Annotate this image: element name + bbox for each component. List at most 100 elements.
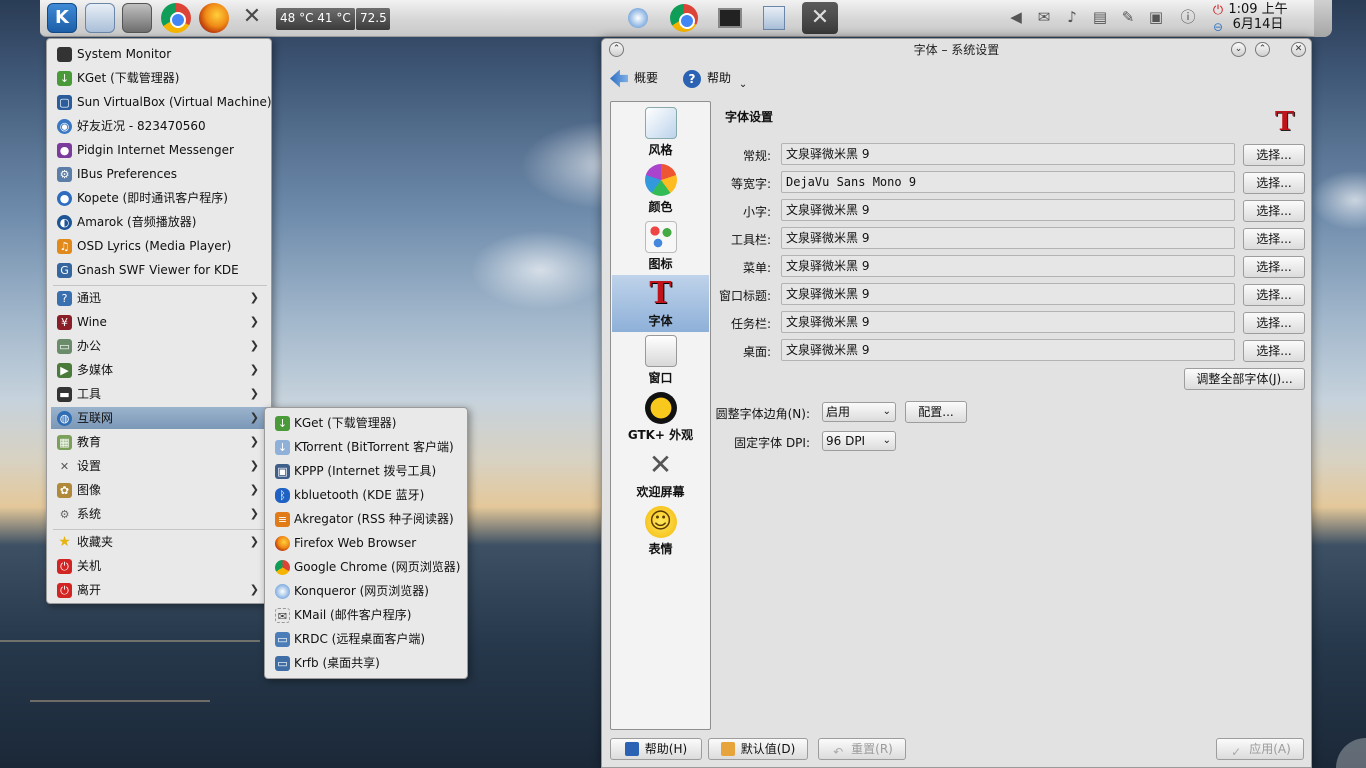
menu-category-education[interactable]: ▦ 教育 ❯	[51, 431, 269, 453]
submenu-item-konqueror[interactable]: Konqueror (网页浏览器)	[269, 580, 465, 602]
menu-shutdown[interactable]: ⏻ 关机	[51, 555, 269, 577]
education-icon: ▦	[57, 435, 72, 450]
defaults-button[interactable]: 默认值(D)	[708, 738, 808, 760]
menu-separator	[53, 529, 267, 530]
choose-font-toolbar-button[interactable]: 选择...	[1243, 228, 1305, 250]
menu-item-kget[interactable]: ↓ KGet (下载管理器)	[51, 67, 269, 89]
cloud	[1310, 170, 1366, 230]
menu-category-settings[interactable]: ✕ 设置 ❯	[51, 455, 269, 477]
bluetooth-icon: ᛒ	[275, 488, 290, 503]
menu-item-gnash[interactable]: G Gnash SWF Viewer for KDE	[51, 259, 269, 281]
submenu-item-krdc[interactable]: ▭ KRDC (远程桌面客户端)	[269, 628, 465, 650]
submenu-item-firefox[interactable]: Firefox Web Browser	[269, 532, 465, 554]
choose-font-general-button[interactable]: 选择...	[1243, 144, 1305, 166]
adjust-all-fonts-button[interactable]: 调整全部字体(J)...	[1184, 368, 1305, 390]
submenu-item-kppp[interactable]: ▣ KPPP (Internet 拨号工具)	[269, 460, 465, 482]
help-button[interactable]: 帮助(H)	[610, 738, 702, 760]
tray-collapse-icon[interactable]: ◀	[1006, 6, 1026, 28]
internet-icon: ◍	[57, 411, 72, 426]
choose-font-window-title-button[interactable]: 选择...	[1243, 284, 1305, 306]
dpi-select[interactable]: 96 DPI ⌄	[822, 431, 896, 451]
network-icon[interactable]: ✉	[1034, 6, 1054, 28]
panel-clock[interactable]: 1:09 上午 6月14日	[1228, 2, 1288, 32]
font-value-window-title: 文泉驿微米黑 9	[781, 283, 1235, 305]
task-file-manager[interactable]	[756, 2, 792, 34]
submenu-item-ktorrent[interactable]: ↓ KTorrent (BitTorrent 客户端)	[269, 436, 465, 458]
menu-item-contacts[interactable]: ◉ 好友近况 - 823470560	[51, 115, 269, 137]
menu-category-wine[interactable]: ¥ Wine ❯	[51, 311, 269, 333]
menu-category-office[interactable]: ▭ 办公 ❯	[51, 335, 269, 357]
page-title: 字体设置	[725, 110, 774, 124]
chrome-icon	[670, 4, 698, 32]
gnash-icon: G	[57, 263, 72, 278]
minimize-button[interactable]: ⌄	[1231, 42, 1246, 57]
clipboard-icon[interactable]: ▤	[1090, 6, 1110, 28]
tools-icon[interactable]: ✕	[237, 3, 267, 33]
choose-font-desktop-button[interactable]: 选择...	[1243, 340, 1305, 362]
info-icon[interactable]: ⓘ	[1178, 6, 1198, 28]
submenu-item-akregator[interactable]: ≡ Akregator (RSS 种子阅读器)	[269, 508, 465, 530]
menu-item-pidgin[interactable]: ● Pidgin Internet Messenger	[51, 139, 269, 161]
menu-favorites[interactable]: ★ 收藏夹 ❯	[51, 531, 269, 553]
globe-icon	[628, 8, 648, 28]
antialias-configure-button[interactable]: 配置...	[905, 401, 967, 423]
menu-category-internet[interactable]: ◍ 互联网 ❯	[51, 407, 269, 429]
menu-category-tools[interactable]: ▬ 工具 ❯	[51, 383, 269, 405]
category-splash-screen[interactable]: ✕ 欢迎屏幕	[612, 446, 709, 503]
desktop-toolbox-corner[interactable]	[1336, 738, 1366, 768]
file-manager-icon[interactable]	[85, 3, 115, 33]
overview-button[interactable]: 概要	[610, 66, 658, 90]
volume-icon[interactable]: ♪	[1062, 6, 1082, 28]
choose-font-small-button[interactable]: 选择...	[1243, 200, 1305, 222]
submenu-item-kmail[interactable]: ✉ KMail (邮件客户程序)	[269, 604, 465, 626]
antialias-select[interactable]: 启用 ⌄	[822, 402, 896, 422]
close-button[interactable]: ✕	[1291, 42, 1306, 57]
back-arrow-icon	[610, 69, 628, 88]
pin-icon[interactable]: ✎	[1118, 6, 1138, 28]
menu-item-ibus[interactable]: ⚙ IBus Preferences	[51, 163, 269, 185]
menu-item-kopete[interactable]: ● Kopete (即时通讯客户程序)	[51, 187, 269, 209]
help-menu-button[interactable]: ? 帮助 ⌄	[683, 66, 747, 90]
category-emoticons[interactable]: ☺ 表情	[612, 503, 709, 560]
apply-button[interactable]: ✓ 应用(A)	[1216, 738, 1304, 760]
menu-separator	[53, 285, 267, 286]
chrome-icon[interactable]	[161, 3, 191, 33]
submenu-item-krfb[interactable]: ▭ Krfb (桌面共享)	[269, 652, 465, 674]
choose-font-taskbar-button[interactable]: 选择...	[1243, 312, 1305, 334]
menu-leave[interactable]: ⏻ 离开 ❯	[51, 579, 269, 601]
submenu-item-kbluetooth[interactable]: ᛒ kbluetooth (KDE 蓝牙)	[269, 484, 465, 506]
menu-category-communication[interactable]: ? 通迅 ❯	[51, 287, 269, 309]
task-chrome[interactable]	[666, 2, 702, 34]
choose-font-fixed-button[interactable]: 选择...	[1243, 172, 1305, 194]
menu-category-system[interactable]: ⚙ 系统 ❯	[51, 503, 269, 525]
menu-category-graphics[interactable]: ✿ 图像 ❯	[51, 479, 269, 501]
help-icon: ?	[683, 69, 701, 88]
chevron-right-icon: ❯	[249, 339, 259, 352]
menu-category-multimedia[interactable]: ▶ 多媒体 ❯	[51, 359, 269, 381]
mail-icon: ✉	[275, 608, 290, 623]
menu-item-virtualbox[interactable]: ▢ Sun VirtualBox (Virtual Machine)	[51, 91, 272, 113]
kde-launcher-icon[interactable]: K	[47, 3, 77, 33]
task-system-monitor[interactable]	[712, 2, 748, 34]
reset-button[interactable]: ↶ 重置(R)	[818, 738, 906, 760]
menu-item-osd-lyrics[interactable]: ♫ OSD Lyrics (Media Player)	[51, 235, 269, 257]
help-icon	[624, 742, 639, 756]
water-glint	[30, 700, 210, 702]
submenu-item-chrome[interactable]: Google Chrome (网页浏览器)	[269, 556, 465, 578]
category-windows[interactable]: 窗口	[612, 332, 709, 389]
package-manager-icon[interactable]	[122, 3, 152, 33]
display-icon[interactable]: ▣	[1146, 6, 1166, 28]
panel-toolbox[interactable]	[1314, 0, 1332, 37]
menu-item-amarok[interactable]: ◐ Amarok (音频播放器)	[51, 211, 269, 233]
clock-time: 1:09 上午	[1228, 2, 1288, 17]
maximize-button[interactable]: ⌃	[1255, 42, 1270, 57]
task-system-settings[interactable]: ✕	[802, 2, 838, 34]
submenu-item-kget[interactable]: ↓ KGet (下载管理器)	[269, 412, 465, 434]
menu-item-system-monitor[interactable]: System Monitor	[51, 43, 269, 65]
minus-icon[interactable]: ⊖	[1208, 16, 1228, 38]
firefox-icon[interactable]	[199, 3, 229, 33]
task-kget[interactable]	[620, 2, 656, 34]
tools-icon: ✕	[810, 5, 830, 30]
font-label-fixed: 等宽字:	[730, 177, 771, 191]
choose-font-menu-button[interactable]: 选择...	[1243, 256, 1305, 278]
